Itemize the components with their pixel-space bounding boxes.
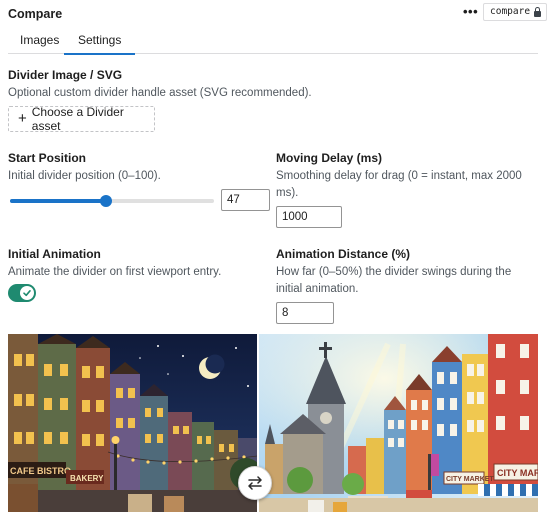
day-scene: CITY MARKET CITY MARKE: [259, 334, 538, 512]
moving-delay-title: Moving Delay (ms): [276, 151, 383, 165]
divider-image-title: Divider Image / SVG: [8, 68, 123, 82]
moving-delay-help: Smoothing delay for drag (0 = instant, m…: [276, 170, 522, 199]
slider-fill: [10, 199, 106, 203]
choose-divider-asset-button[interactable]: + Choose a Divider asset: [8, 105, 155, 133]
night-scene: CAFE BISTRO BAKERY: [8, 334, 262, 512]
more-vertical-icon[interactable]: •••: [463, 4, 478, 19]
start-position-slider[interactable]: [10, 194, 214, 208]
panel-title: Compare: [8, 7, 63, 21]
tab-settings[interactable]: Settings: [63, 30, 136, 55]
animation-distance-title: Animation Distance (%): [276, 247, 411, 261]
animation-distance-input[interactable]: 8: [276, 302, 334, 324]
comparison-images: CAFE BISTRO BAKERY CITY MARKET CITY MAR: [8, 334, 538, 512]
start-position-title: Start Position: [8, 151, 87, 165]
cafe-bistro-sign: CAFE BISTRO: [10, 466, 71, 476]
start-position-help: Initial divider position (0–100).: [8, 170, 161, 182]
lock-icon: [534, 6, 542, 17]
choose-divider-asset-label: Choose a Divider asset: [31, 105, 124, 133]
initial-animation-title: Initial Animation: [8, 247, 101, 261]
tab-images[interactable]: Images: [20, 30, 59, 54]
check-icon: [23, 290, 31, 297]
swap-arrows-icon: [248, 476, 262, 490]
toggle-knob: [20, 286, 34, 300]
settings-tabs: Images Settings: [8, 30, 538, 55]
city-market-sign-2: CITY MARKE: [497, 468, 538, 478]
compare-preview[interactable]: CAFE BISTRO BAKERY CITY MARKET CITY MAR: [8, 334, 538, 512]
block-panel-header: Compare ••• compare: [8, 0, 548, 26]
city-market-sign: CITY MARKET: [446, 476, 494, 483]
block-tag-label: compare: [490, 6, 531, 17]
plus-icon: +: [18, 110, 27, 127]
initial-animation-help: Animate the divider on first viewport en…: [8, 266, 222, 278]
slider-thumb[interactable]: [100, 195, 112, 207]
initial-animation-toggle[interactable]: [8, 284, 36, 302]
divider-image-help: Optional custom divider handle asset (SV…: [8, 87, 312, 99]
start-position-input[interactable]: 47: [221, 189, 270, 211]
animation-distance-help: How far (0–50%) the divider swings durin…: [276, 266, 512, 295]
block-tag: compare: [483, 3, 548, 21]
bakery-sign: BAKERY: [70, 474, 104, 483]
divider-handle[interactable]: [238, 466, 272, 500]
moving-delay-input[interactable]: 1000: [276, 206, 342, 228]
